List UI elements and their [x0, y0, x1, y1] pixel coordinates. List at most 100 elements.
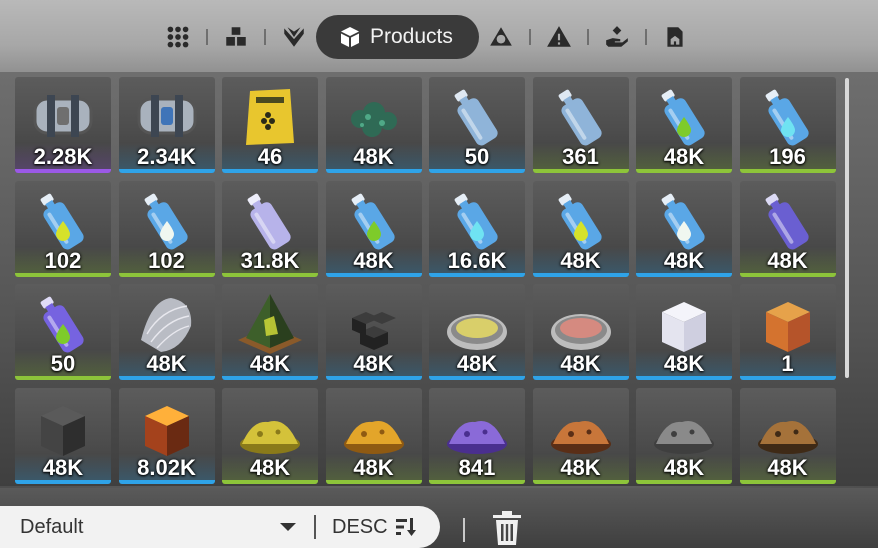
tab-products-label: Products [370, 25, 453, 48]
dark-cube-icon [41, 405, 85, 456]
sort-control: Default DESC [0, 506, 440, 548]
item-quantity: 50 [464, 144, 490, 169]
rarity-bar [325, 272, 422, 277]
item-quantity: 48K [560, 247, 601, 273]
inventory-item[interactable]: 48K [636, 180, 732, 277]
inventory-item[interactable]: 48K [325, 284, 422, 380]
inventory-item[interactable]: 16.6K [429, 180, 525, 277]
tab-products[interactable]: Products [316, 15, 479, 59]
toolbar-divider [463, 518, 465, 542]
bronze-ore-pile-icon [757, 420, 818, 454]
rarity-bar [532, 169, 629, 173]
item-quantity: 2.28K [33, 144, 93, 169]
rarity-bar [739, 169, 836, 173]
item-quantity: 8.02K [137, 454, 196, 480]
rarity-bar [325, 376, 422, 380]
algae-clump-icon [350, 102, 397, 137]
tab-plants[interactable] [276, 19, 312, 55]
item-quantity: 48K [353, 454, 394, 480]
tab-hazard[interactable] [541, 19, 577, 55]
tab-all[interactable] [160, 19, 196, 55]
rarity-bar [636, 272, 732, 277]
inventory-item[interactable]: 50 [429, 77, 525, 173]
sort-descending-icon [395, 518, 416, 536]
inventory-item[interactable]: 46 [222, 77, 318, 173]
item-quantity: 48K [456, 351, 498, 376]
inventory-item[interactable]: 31.8K [222, 180, 318, 277]
tab-blueprints[interactable] [657, 19, 693, 55]
inventory-item[interactable]: 102 [15, 180, 111, 277]
inventory-item[interactable]: 48K [739, 180, 836, 277]
inventory-panel: 2.28K 2.34K 46 48K 50 361 48K 196 102 10… [0, 72, 878, 486]
inventory-item[interactable]: 50 [15, 284, 111, 380]
amber-ore-pile-icon [343, 420, 404, 454]
bottom-toolbar: Default DESC [0, 488, 878, 548]
item-quantity: 48K [767, 454, 808, 480]
item-quantity: 196 [769, 144, 806, 169]
lavender-bottle-icon [247, 193, 291, 249]
inventory-item[interactable]: 48K [532, 180, 629, 277]
rarity-bar [118, 169, 215, 173]
trash-icon [493, 511, 521, 545]
inventory-item[interactable]: 48K [325, 77, 422, 173]
sort-dropdown-value[interactable]: Default [20, 516, 280, 539]
white-drop-bottle-icon [661, 193, 705, 249]
green-drop-bottle-icon [661, 89, 705, 146]
inventory-item[interactable]: 48K [222, 284, 318, 380]
inventory-item[interactable]: 8.02K [118, 387, 215, 484]
inventory-item[interactable]: 102 [118, 180, 215, 277]
inventory-item[interactable]: 2.28K [15, 77, 111, 173]
item-quantity: 102 [44, 247, 82, 273]
inventory-item[interactable]: 48K [222, 387, 318, 484]
rarity-bar [15, 479, 111, 484]
inventory-item[interactable]: 196 [739, 77, 836, 173]
rarity-bar [222, 479, 318, 484]
inventory-item[interactable]: 841 [429, 387, 525, 484]
rarity-bar [429, 479, 525, 484]
inventory-item[interactable]: 48K [636, 387, 732, 484]
item-quantity: 46 [257, 144, 283, 169]
item-quantity: 48K [353, 351, 394, 376]
inventory-item[interactable]: 48K [325, 387, 422, 484]
structures-icon [226, 27, 246, 46]
inventory-item[interactable]: 48K [532, 284, 629, 380]
mesh-fabric-icon [140, 298, 191, 352]
inventory-item[interactable]: 48K [532, 387, 629, 484]
item-quantity: 48K [560, 454, 601, 480]
tab-structures[interactable] [218, 19, 254, 55]
item-quantity: 102 [148, 247, 185, 273]
inventory-scrollbar[interactable] [845, 78, 849, 378]
inventory-item[interactable]: 48K [429, 284, 525, 380]
rarity-bar [325, 169, 422, 173]
sort-order-button[interactable]: DESC [332, 515, 418, 539]
inventory-item[interactable]: 48K [325, 180, 422, 277]
item-quantity: 48K [249, 351, 291, 376]
orange-cube-icon [765, 302, 810, 352]
tab-divider [528, 29, 531, 45]
rarity-bar [222, 272, 318, 277]
tab-trade[interactable] [599, 19, 635, 55]
inventory-item[interactable]: 48K [739, 387, 836, 484]
delete-button[interactable] [491, 510, 523, 546]
item-quantity: 841 [458, 454, 496, 480]
rarity-bar [739, 272, 836, 277]
inventory-item[interactable]: 48K [636, 284, 732, 380]
rarity-bar [429, 272, 525, 277]
rarity-bar [532, 272, 629, 277]
inventory-item[interactable]: 48K [636, 77, 732, 173]
inventory-item[interactable]: 48K [15, 387, 111, 484]
rarity-bar [15, 272, 111, 277]
category-bar: Products [0, 0, 878, 76]
yellow-drop-bottle-icon [40, 193, 84, 249]
inventory-item[interactable]: 2.34K [118, 77, 215, 173]
rarity-bar [739, 479, 836, 484]
inventory-item[interactable]: 1 [739, 284, 836, 380]
yellow-drop-bottle-icon [558, 193, 602, 249]
rarity-bar [532, 376, 629, 380]
tab-divider [644, 29, 647, 45]
tab-ore[interactable] [483, 19, 519, 55]
hand-give-icon [606, 26, 628, 47]
dropdown-caret-icon[interactable] [280, 523, 296, 531]
inventory-item[interactable]: 48K [118, 284, 215, 380]
inventory-item[interactable]: 361 [532, 77, 629, 173]
